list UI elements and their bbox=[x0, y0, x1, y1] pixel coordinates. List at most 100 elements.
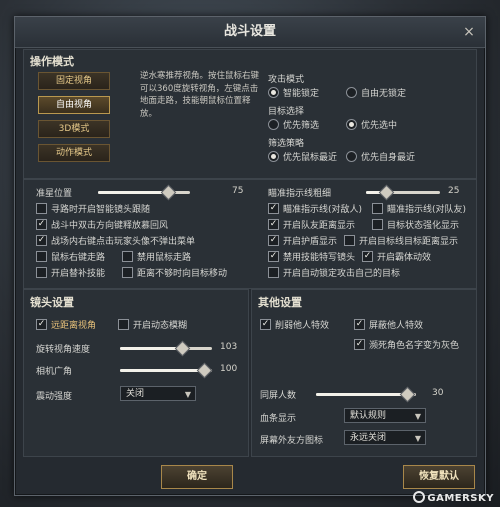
checkbox-box: ✓ bbox=[354, 319, 365, 330]
slider-knob[interactable] bbox=[174, 340, 190, 357]
checkbox-label: 开启霸体动效 bbox=[377, 253, 432, 263]
radio-dot bbox=[268, 119, 279, 130]
radio-dot bbox=[346, 119, 357, 130]
radio-label: 优先筛选 bbox=[283, 121, 320, 131]
checkbox-block-effects[interactable]: ✓ 屏蔽他人特效 bbox=[354, 318, 423, 331]
mode-fixed-view[interactable]: 固定视角 bbox=[38, 72, 110, 90]
other-settings-title: 其他设置 bbox=[258, 296, 302, 309]
checkbox-no-avatar-menu[interactable]: ✓ 战场内右键点击玩家头像不弹出菜单 bbox=[36, 234, 195, 247]
checkbox-move-to-target[interactable]: 距离不够时向目标移动 bbox=[122, 266, 227, 279]
slider-knob[interactable] bbox=[196, 362, 213, 379]
checkbox-label: 屏蔽他人特效 bbox=[369, 321, 424, 331]
checkbox-smart-camera-follow[interactable]: 寻路时开启智能镜头跟随 bbox=[36, 202, 150, 215]
checkbox-box bbox=[344, 235, 355, 246]
slider-fill bbox=[120, 369, 203, 372]
operation-mode-title: 操作模式 bbox=[30, 55, 74, 68]
checkbox-dying-gray-name[interactable]: ✓ 濒死角色名字变为灰色 bbox=[354, 338, 459, 351]
slider-fill bbox=[316, 393, 406, 396]
radio-priority-selected[interactable]: 优先选中 bbox=[346, 118, 397, 131]
checkbox-substitute-skill[interactable]: 开启替补技能 bbox=[36, 266, 105, 279]
slider-knob[interactable] bbox=[378, 184, 394, 201]
chevron-down-icon: ▼ bbox=[414, 434, 421, 443]
radio-priority-filter[interactable]: 优先筛选 bbox=[268, 118, 319, 131]
rotate-speed-value: 103 bbox=[220, 342, 238, 352]
checkbox-label: 战斗中双击方向键释放慕回风 bbox=[51, 221, 169, 231]
checkbox-box: ✓ bbox=[268, 203, 279, 214]
checkbox-label: 开启动态模糊 bbox=[133, 321, 188, 331]
filter-strategy-label: 筛选策略 bbox=[268, 139, 305, 149]
checkbox-box bbox=[36, 203, 47, 214]
watermark-text: GAMERSKY bbox=[427, 493, 494, 504]
other-settings-section: 其他设置 ✓ 削弱他人特效 ✓ 屏蔽他人特效 ✓ 濒死角色名字变为灰色 同屏人数… bbox=[251, 289, 477, 457]
shake-label: 震动强度 bbox=[36, 392, 73, 402]
radio-label: 优先鼠标最近 bbox=[283, 153, 338, 163]
checkbox-weaken-effects[interactable]: ✓ 削弱他人特效 bbox=[260, 318, 329, 331]
crosshair-value: 75 bbox=[232, 186, 244, 196]
slider-fill bbox=[98, 191, 167, 194]
radio-self-nearest[interactable]: 优先自身最近 bbox=[346, 150, 415, 163]
radio-label: 优先自身最近 bbox=[361, 153, 416, 163]
checkbox-label: 瞄准指示线(对敌人) bbox=[283, 205, 363, 215]
checkbox-shield-display[interactable]: ✓ 开启护盾显示 bbox=[268, 234, 337, 247]
battle-settings-dialog: 战斗设置 × 操作模式 固定视角 自由视角 3D模式 动作模式 逆水寒推荐视角。… bbox=[14, 16, 486, 496]
rotate-speed-slider[interactable] bbox=[120, 340, 212, 357]
checkbox-box: ✓ bbox=[268, 235, 279, 246]
checkbox-box: ✓ bbox=[36, 219, 47, 230]
restore-defaults-button[interactable]: 恢复默认 bbox=[403, 465, 475, 489]
checkbox-label: 开启自动锁定攻击自己的目标 bbox=[283, 269, 401, 279]
offscreen-icon-select[interactable]: 永远关闭 ▼ bbox=[344, 430, 426, 445]
checkbox-label: 削弱他人特效 bbox=[275, 321, 330, 331]
radio-label: 自由无锁定 bbox=[361, 89, 407, 99]
radio-label: 优先选中 bbox=[361, 121, 398, 131]
gamersky-logo-icon bbox=[413, 491, 426, 503]
crosshair-label: 准星位置 bbox=[36, 189, 73, 199]
checkbox-box bbox=[36, 251, 47, 262]
shake-select[interactable]: 关闭 ▼ bbox=[120, 386, 196, 401]
crosshair-slider[interactable] bbox=[98, 184, 190, 201]
shake-select-value: 关闭 bbox=[126, 389, 145, 399]
checkbox-ally-distance[interactable]: ✓ 开启队友距离显示 bbox=[268, 218, 355, 231]
slider-knob[interactable] bbox=[160, 184, 177, 201]
checkbox-right-click-walk[interactable]: 鼠标右键走路 bbox=[36, 250, 105, 263]
radio-dot bbox=[346, 151, 357, 162]
radio-label: 智能锁定 bbox=[283, 89, 320, 99]
checkbox-aim-line-enemy[interactable]: ✓ 瞄准指示线(对敌人) bbox=[268, 202, 362, 215]
dialog-title: 战斗设置 bbox=[15, 17, 485, 48]
aim-thickness-slider[interactable] bbox=[366, 184, 440, 201]
same-screen-value: 30 bbox=[432, 388, 444, 398]
checkbox-double-tap-skill[interactable]: ✓ 战斗中双击方向键释放慕回风 bbox=[36, 218, 168, 231]
checkbox-motion-blur[interactable]: 开启动态模糊 bbox=[118, 318, 187, 331]
confirm-button[interactable]: 确定 bbox=[161, 465, 233, 489]
camera-settings-title: 镜头设置 bbox=[30, 296, 74, 309]
checkbox-disable-skill-closeup[interactable]: ✓ 禁用技能特写镜头 bbox=[268, 250, 355, 263]
checkbox-disable-mouse-walk[interactable]: 禁用鼠标走路 bbox=[122, 250, 191, 263]
checkbox-target-line-distance[interactable]: 开启目标线目标距离显示 bbox=[344, 234, 458, 247]
close-icon[interactable]: × bbox=[461, 24, 477, 40]
mode-3d[interactable]: 3D模式 bbox=[38, 120, 110, 138]
checkbox-label: 开启目标线目标距离显示 bbox=[359, 237, 459, 247]
radio-smart-lock[interactable]: 智能锁定 bbox=[268, 86, 319, 99]
rotate-speed-label: 旋转视角速度 bbox=[36, 345, 91, 355]
attack-mode-label: 攻击模式 bbox=[268, 75, 305, 85]
target-select-label: 目标选择 bbox=[268, 107, 305, 117]
same-screen-slider[interactable] bbox=[316, 386, 416, 403]
blood-bar-select[interactable]: 默认规则 ▼ bbox=[344, 408, 426, 423]
checkbox-box bbox=[122, 251, 133, 262]
radio-free-no-lock[interactable]: 自由无锁定 bbox=[346, 86, 406, 99]
checkbox-auto-lock-attacker[interactable]: 开启自动锁定攻击自己的目标 bbox=[268, 266, 400, 279]
mode-action[interactable]: 动作模式 bbox=[38, 144, 110, 162]
checkbox-far-view[interactable]: ✓ 远距离视角 bbox=[36, 318, 96, 331]
checkbox-box: ✓ bbox=[362, 251, 373, 262]
slider-knob[interactable] bbox=[399, 386, 416, 403]
radio-dot bbox=[346, 87, 357, 98]
checkbox-superarmor-effect[interactable]: ✓ 开启霸体动效 bbox=[362, 250, 431, 263]
mode-free-view[interactable]: 自由视角 bbox=[38, 96, 110, 114]
mode-description: 逆水寒推荐视角。按住鼠标右键可以360度旋转视角，左键点击地面走路，技能朝鼠标位… bbox=[140, 71, 260, 119]
radio-dot bbox=[268, 87, 279, 98]
checkbox-target-status[interactable]: 目标状态强化显示 bbox=[372, 218, 459, 231]
fov-slider[interactable] bbox=[120, 362, 213, 379]
checkbox-aim-line-ally[interactable]: 瞄准指示线(对队友) bbox=[372, 202, 466, 215]
radio-mouse-nearest[interactable]: 优先鼠标最近 bbox=[268, 150, 337, 163]
blood-bar-label: 血条显示 bbox=[260, 414, 297, 424]
checkbox-label: 战场内右键点击玩家头像不弹出菜单 bbox=[51, 237, 196, 247]
